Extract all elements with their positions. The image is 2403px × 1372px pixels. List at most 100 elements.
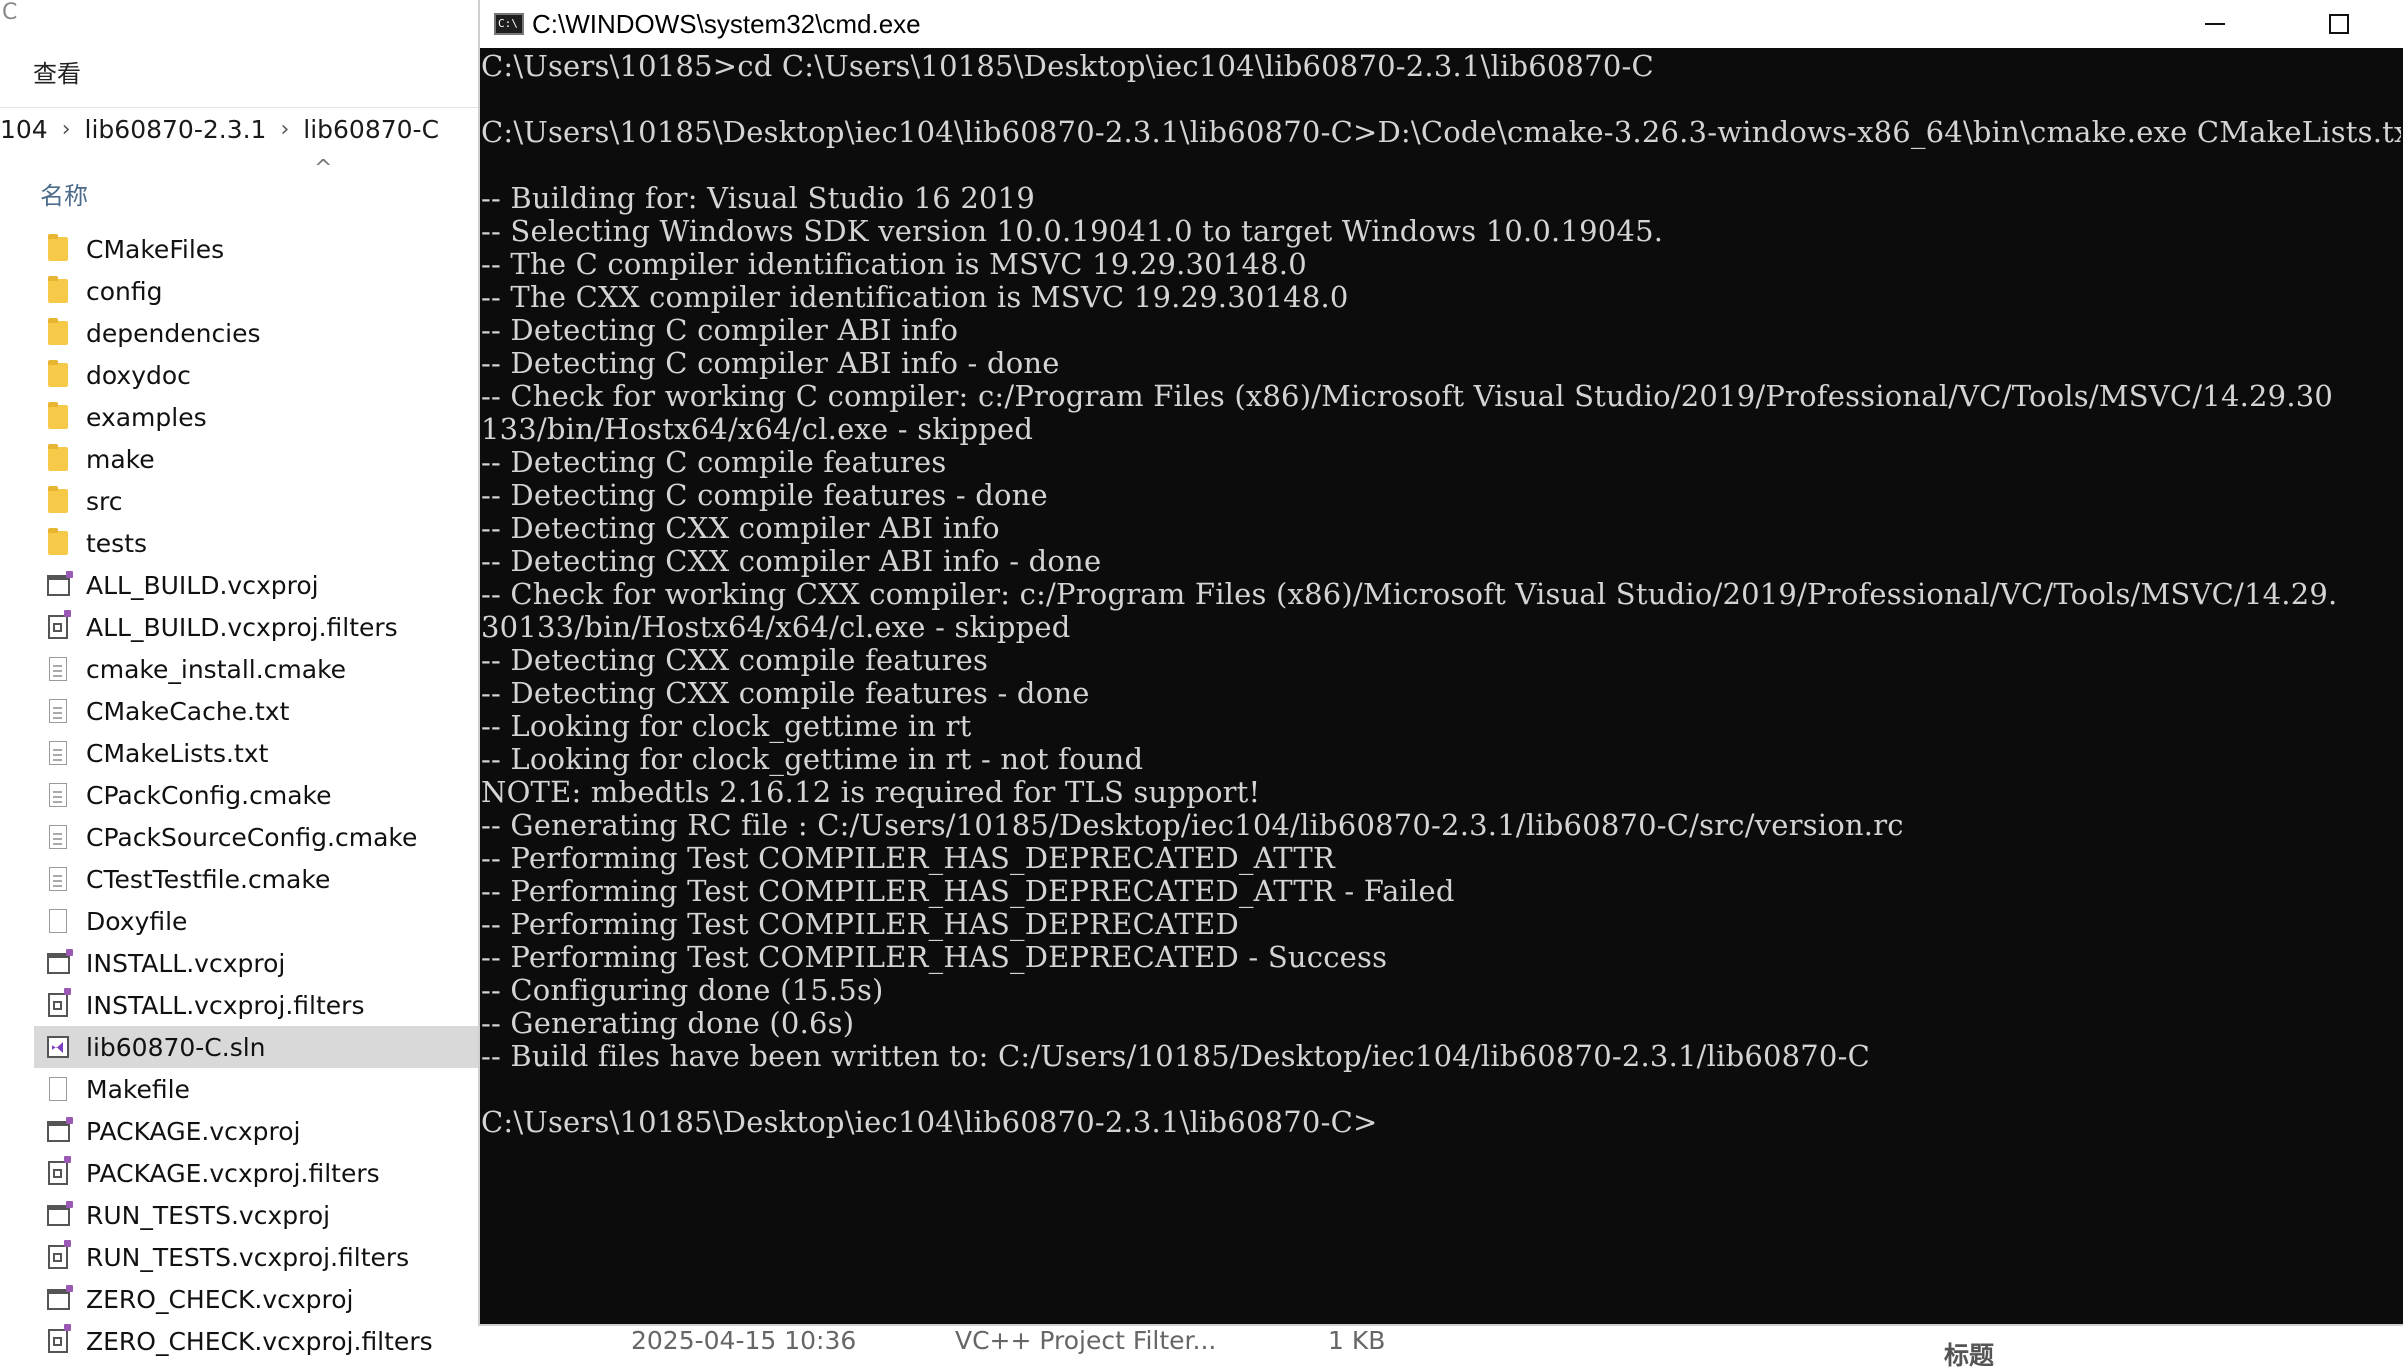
vcxproj-icon-shape bbox=[46, 570, 73, 596]
file-row[interactable]: doxydoc bbox=[34, 354, 478, 396]
sort-ascending-icon: ^ bbox=[314, 156, 333, 181]
cmd-titlebar[interactable]: C:\ C:\WINDOWS\system32\cmd.exe ✕ bbox=[480, 0, 2403, 48]
document-icon bbox=[46, 740, 70, 766]
folder-icon bbox=[46, 444, 70, 472]
document-icon-shape bbox=[49, 741, 67, 765]
vcxproj-icon bbox=[46, 1200, 73, 1228]
vcxproj-icon bbox=[46, 1116, 73, 1144]
file-row[interactable]: Makefile bbox=[34, 1068, 478, 1110]
folder-icon-shape bbox=[48, 276, 68, 303]
console-line: -- Detecting C compile features bbox=[481, 445, 947, 479]
console-line: -- Looking for clock_gettime in rt - not… bbox=[481, 742, 1144, 776]
folder-icon bbox=[46, 402, 70, 430]
view-menu[interactable]: 查看 bbox=[33, 54, 81, 89]
file-row[interactable]: CMakeCache.txt bbox=[34, 690, 478, 732]
folder-icon-shape bbox=[48, 360, 68, 387]
file-name: INSTALL.vcxproj bbox=[86, 948, 286, 978]
vcxproj-icon-shape bbox=[46, 1116, 73, 1142]
file-name: CPackSourceConfig.cmake bbox=[86, 822, 418, 852]
breadcrumb-item[interactable]: lib60870-C bbox=[303, 115, 439, 144]
file-row[interactable]: lib60870-C.sln bbox=[34, 1026, 478, 1068]
file-row[interactable]: PACKAGE.vcxproj.filters bbox=[34, 1152, 478, 1194]
file-row[interactable]: CMakeFiles bbox=[34, 228, 478, 270]
document-icon bbox=[46, 782, 70, 808]
file-row[interactable]: INSTALL.vcxproj bbox=[34, 942, 478, 984]
file-row[interactable]: make bbox=[34, 438, 478, 480]
file-row[interactable]: ZERO_CHECK.vcxproj.filters bbox=[34, 1320, 478, 1362]
file-name: CTestTestfile.cmake bbox=[86, 864, 331, 894]
file-name: RUN_TESTS.vcxproj bbox=[86, 1200, 331, 1230]
file-row[interactable]: cmake_install.cmake bbox=[34, 648, 478, 690]
folder-icon bbox=[46, 360, 70, 388]
folder-icon bbox=[46, 486, 70, 514]
file-name: make bbox=[86, 444, 155, 474]
console-line: -- Performing Test COMPILER_HAS_DEPRECAT… bbox=[481, 907, 1239, 941]
file-name: CMakeCache.txt bbox=[86, 696, 290, 726]
file-row[interactable]: Doxyfile bbox=[34, 900, 478, 942]
file-row[interactable]: PACKAGE.vcxproj bbox=[34, 1110, 478, 1152]
console-line: -- The C compiler identification is MSVC… bbox=[481, 247, 1307, 281]
file-name: Makefile bbox=[86, 1074, 190, 1104]
breadcrumb-item[interactable]: lib60870-2.3.1 bbox=[85, 115, 267, 144]
folder-icon bbox=[46, 528, 70, 556]
file-row[interactable]: CMakeLists.txt bbox=[34, 732, 478, 774]
console-line: C:\Users\10185\Desktop\iec104\lib60870-2… bbox=[481, 115, 2401, 149]
console-line: -- Detecting CXX compile features - done bbox=[481, 676, 1090, 710]
blank-file-icon bbox=[46, 1076, 70, 1102]
file-row[interactable]: CPackSourceConfig.cmake bbox=[34, 816, 478, 858]
console-line: -- Detecting C compiler ABI info - done bbox=[481, 346, 1060, 380]
date-modified-value: 2025-04-15 10:36 bbox=[631, 1326, 857, 1355]
file-row[interactable]: RUN_TESTS.vcxproj.filters bbox=[34, 1236, 478, 1278]
console-output[interactable]: C:\Users\10185>cd C:\Users\10185\Desktop… bbox=[481, 50, 2401, 1322]
file-name: examples bbox=[86, 402, 207, 432]
file-name: PACKAGE.vcxproj.filters bbox=[86, 1158, 380, 1188]
minimize-button[interactable] bbox=[2170, 0, 2260, 48]
console-line: -- The CXX compiler identification is MS… bbox=[481, 280, 1349, 314]
console-line: C:\Users\10185\Desktop\iec104\lib60870-2… bbox=[481, 1105, 1378, 1139]
console-line: NOTE: mbedtls 2.16.12 is required for TL… bbox=[481, 775, 1261, 809]
file-row[interactable]: src bbox=[34, 480, 478, 522]
breadcrumb-item[interactable]: 104 bbox=[0, 115, 48, 144]
file-row[interactable]: ALL_BUILD.vcxproj.filters bbox=[34, 606, 478, 648]
window-title: C:\WINDOWS\system32\cmd.exe bbox=[532, 8, 921, 39]
console-line: -- Selecting Windows SDK version 10.0.19… bbox=[481, 214, 1664, 248]
filters-icon bbox=[46, 1240, 71, 1270]
blank-file-icon bbox=[46, 908, 70, 934]
column-header-name[interactable]: 名称 bbox=[40, 176, 88, 211]
filters-icon bbox=[46, 1156, 71, 1186]
search-fragment: C bbox=[2, 0, 18, 25]
console-line: 133/bin/Hostx64/x64/cl.exe - skipped bbox=[481, 412, 1034, 446]
file-row[interactable]: INSTALL.vcxproj.filters bbox=[34, 984, 478, 1026]
file-row[interactable]: config bbox=[34, 270, 478, 312]
ribbon-divider bbox=[0, 107, 480, 108]
file-row[interactable]: CTestTestfile.cmake bbox=[34, 858, 478, 900]
folder-icon-shape bbox=[48, 234, 68, 261]
filters-icon-shape bbox=[48, 1156, 71, 1185]
file-row[interactable]: RUN_TESTS.vcxproj bbox=[34, 1194, 478, 1236]
cmd-window[interactable]: C:\ C:\WINDOWS\system32\cmd.exe ✕ C:\Use… bbox=[478, 0, 2403, 1326]
solution-icon-shape bbox=[47, 1036, 69, 1058]
console-line: -- Configuring done (15.5s) bbox=[481, 973, 884, 1007]
folder-icon-shape bbox=[48, 402, 68, 429]
chevron-right-icon: › bbox=[61, 117, 71, 142]
file-name: Doxyfile bbox=[86, 906, 188, 936]
vcxproj-icon-shape bbox=[46, 1284, 73, 1310]
blank-file-icon-shape bbox=[49, 909, 67, 933]
filters-icon-shape bbox=[48, 610, 71, 639]
file-name: dependencies bbox=[86, 318, 261, 348]
vcxproj-icon-shape bbox=[46, 1200, 73, 1226]
file-name: RUN_TESTS.vcxproj.filters bbox=[86, 1242, 410, 1272]
maximize-button[interactable] bbox=[2294, 0, 2384, 48]
console-line: C:\Users\10185>cd C:\Users\10185\Desktop… bbox=[481, 50, 1654, 83]
file-row[interactable]: examples bbox=[34, 396, 478, 438]
file-row[interactable]: tests bbox=[34, 522, 478, 564]
filters-icon-shape bbox=[48, 1324, 71, 1353]
maximize-icon bbox=[2329, 14, 2349, 34]
chevron-right-icon: › bbox=[280, 117, 290, 142]
file-row[interactable]: ALL_BUILD.vcxproj bbox=[34, 564, 478, 606]
file-row[interactable]: CPackConfig.cmake bbox=[34, 774, 478, 816]
file-row[interactable]: dependencies bbox=[34, 312, 478, 354]
file-row[interactable]: ZERO_CHECK.vcxproj bbox=[34, 1278, 478, 1320]
